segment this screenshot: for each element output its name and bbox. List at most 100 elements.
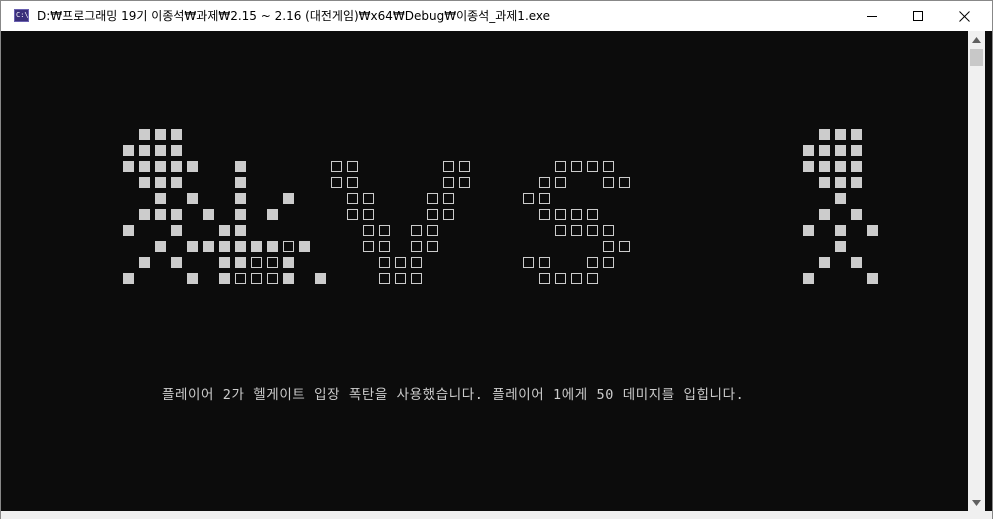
player2-block: [835, 129, 846, 140]
player2-block: [803, 225, 814, 236]
player2-block: [835, 193, 846, 204]
player1-block: [235, 273, 246, 284]
player1-block: [171, 225, 182, 236]
vs-block: [363, 209, 374, 220]
vs-block: [555, 161, 566, 172]
vertical-scrollbar[interactable]: [968, 31, 985, 511]
player2-block: [851, 145, 862, 156]
player2-block: [819, 209, 830, 220]
player2-block: [835, 161, 846, 172]
vs-block: [427, 209, 438, 220]
player1-block: [123, 161, 134, 172]
vs-block: [603, 177, 614, 188]
player2-block: [851, 177, 862, 188]
player2-block: [835, 241, 846, 252]
player1-block: [123, 273, 134, 284]
vs-block: [363, 193, 374, 204]
vs-block: [603, 241, 614, 252]
vs-block: [363, 241, 374, 252]
vs-block: [347, 193, 358, 204]
close-button[interactable]: [941, 1, 987, 31]
player1-block: [155, 161, 166, 172]
player2-block: [867, 225, 878, 236]
player2-block: [851, 257, 862, 268]
vs-block: [443, 161, 454, 172]
scroll-down-arrow-icon: [972, 499, 981, 506]
player1-block: [187, 241, 198, 252]
vs-block: [539, 273, 550, 284]
player2-block: [835, 225, 846, 236]
vs-block: [363, 225, 374, 236]
vs-block: [587, 257, 598, 268]
vs-block: [427, 225, 438, 236]
vs-block: [539, 257, 550, 268]
window-bottom-edge: [1, 511, 992, 519]
scroll-thumb[interactable]: [970, 49, 983, 66]
vs-block: [379, 225, 390, 236]
console-window: C:\ D:₩프로그래밍 19기 이종석₩과제₩2.15 ~ 2.16 (대전게…: [0, 0, 993, 519]
player1-block: [283, 193, 294, 204]
vs-block: [603, 225, 614, 236]
vs-block: [331, 161, 342, 172]
vs-block: [331, 177, 342, 188]
player1-block: [139, 177, 150, 188]
player1-block: [283, 273, 294, 284]
console-output: 플레이어 2가 헬게이트 입장 폭탄을 사용했습니다. 플레이어 1에게 50 …: [9, 31, 968, 511]
maximize-button[interactable]: [895, 1, 941, 31]
vs-block: [427, 193, 438, 204]
title-bar[interactable]: C:\ D:₩프로그래밍 19기 이종석₩과제₩2.15 ~ 2.16 (대전게…: [1, 1, 992, 31]
console-app-icon[interactable]: C:\: [14, 9, 29, 22]
vs-block: [603, 257, 614, 268]
scroll-up-button[interactable]: [968, 31, 985, 48]
player2-block: [819, 257, 830, 268]
player2-block: [835, 145, 846, 156]
player1-block: [155, 145, 166, 156]
vs-block: [347, 161, 358, 172]
minimize-icon: [867, 15, 877, 17]
player1-block: [171, 161, 182, 172]
player1-block: [155, 193, 166, 204]
vs-block: [587, 161, 598, 172]
player1-block: [299, 241, 310, 252]
vs-block: [587, 273, 598, 284]
vs-block: [555, 177, 566, 188]
vs-block: [379, 257, 390, 268]
player1-block: [267, 273, 278, 284]
player1-block: [251, 241, 262, 252]
vs-block: [587, 225, 598, 236]
vs-block: [411, 225, 422, 236]
vs-block: [571, 273, 582, 284]
player1-block: [139, 161, 150, 172]
vs-block: [459, 161, 470, 172]
player1-block: [219, 225, 230, 236]
player2-block: [851, 129, 862, 140]
player1-block: [219, 257, 230, 268]
vs-block: [539, 193, 550, 204]
minimize-button[interactable]: [849, 1, 895, 31]
scroll-down-button[interactable]: [968, 494, 985, 511]
player2-block: [803, 161, 814, 172]
vs-block: [443, 209, 454, 220]
battle-message: 플레이어 2가 헬게이트 입장 폭탄을 사용했습니다. 플레이어 1에게 50 …: [162, 387, 745, 403]
vs-block: [395, 273, 406, 284]
vs-block: [411, 273, 422, 284]
vs-block: [411, 257, 422, 268]
player2-block: [803, 273, 814, 284]
player2-block: [867, 273, 878, 284]
player2-block: [819, 177, 830, 188]
player2-block: [819, 145, 830, 156]
player1-block: [187, 193, 198, 204]
player1-block: [155, 209, 166, 220]
player1-block: [139, 209, 150, 220]
player1-block: [139, 257, 150, 268]
vs-block: [603, 161, 614, 172]
vs-block: [523, 193, 534, 204]
vs-block: [427, 241, 438, 252]
vs-block: [571, 225, 582, 236]
player1-block: [171, 145, 182, 156]
vs-block: [379, 273, 390, 284]
player1-block: [315, 273, 326, 284]
player1-block: [267, 209, 278, 220]
vs-block: [555, 273, 566, 284]
player1-block: [235, 225, 246, 236]
